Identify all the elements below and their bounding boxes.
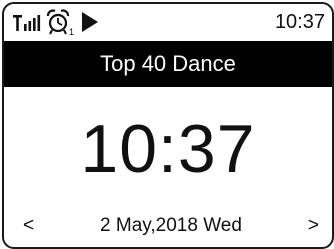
alarm-clock-icon: 1	[46, 9, 74, 37]
date-text: 2 May,2018 Wed	[100, 215, 242, 236]
status-time: 10:37	[274, 11, 325, 33]
status-bar: 1 10:37	[4, 4, 332, 41]
alarm-number: 1	[69, 27, 74, 37]
station-name-banner: Top 40 Dance	[4, 41, 332, 87]
play-icon	[82, 12, 98, 32]
signal-strength-icon	[13, 15, 41, 31]
next-arrow-button[interactable]: >	[308, 214, 319, 238]
date-row: < 2 May,2018 Wed >	[4, 212, 332, 240]
radio-display: 1 10:37 Top 40 Dance 10:37 < 2 May,2018 …	[2, 2, 334, 249]
main-clock: 10:37	[80, 111, 256, 187]
station-name: Top 40 Dance	[100, 51, 236, 76]
